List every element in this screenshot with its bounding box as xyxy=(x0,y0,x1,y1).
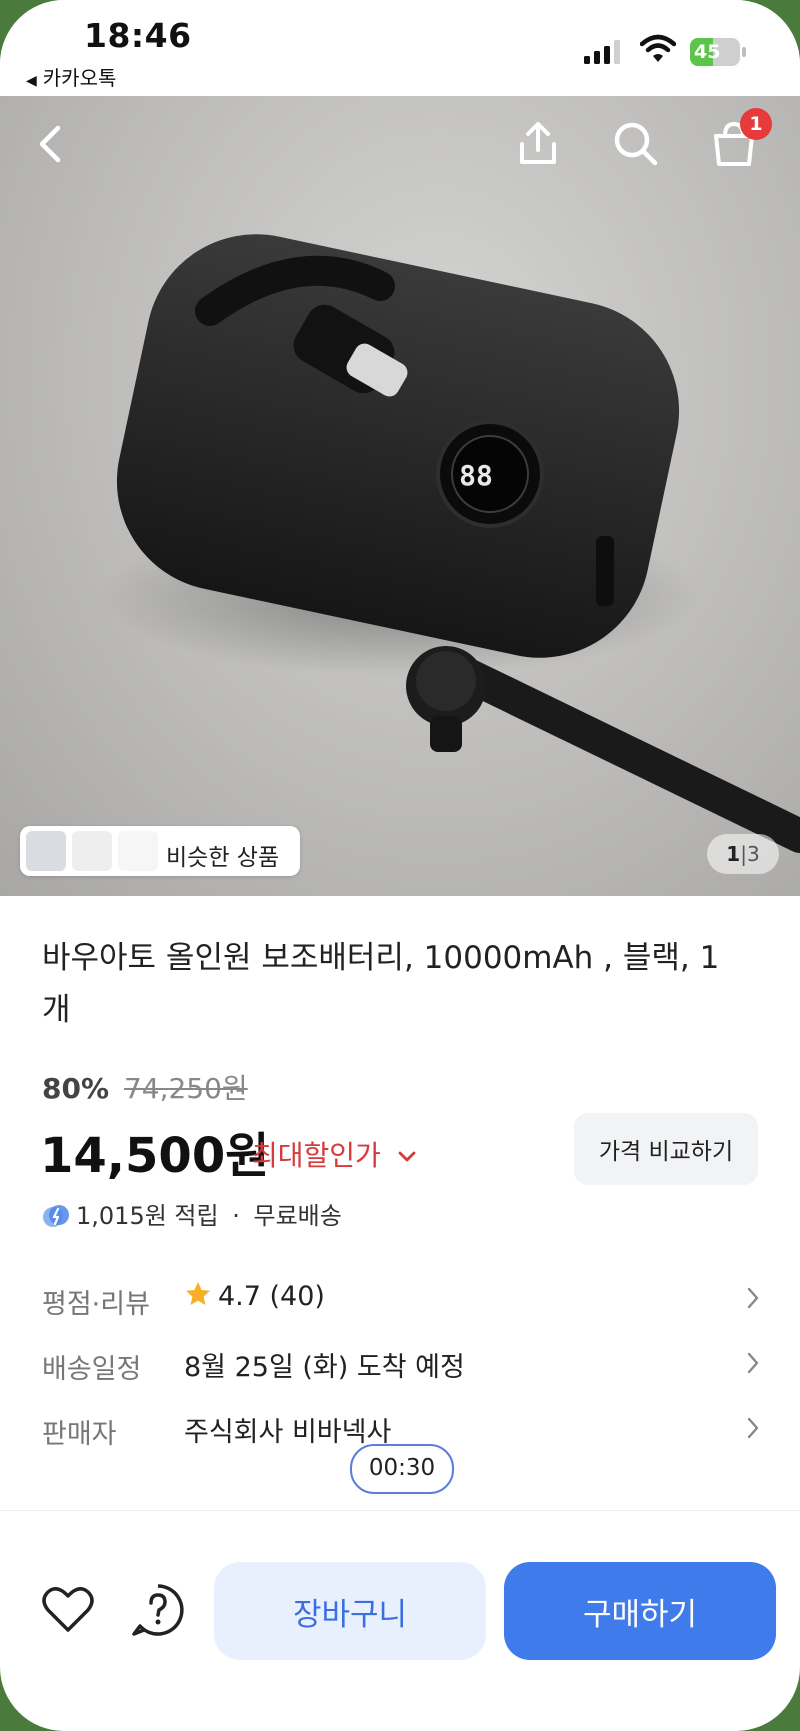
rating-value: 4.7 (40) xyxy=(218,1281,325,1312)
similar-products-button[interactable]: 비슷한 상품 xyxy=(20,826,300,876)
delivery-date: 8월 25일 (화) 도착 예정 xyxy=(184,1352,465,1383)
detail-key: 배송일정 xyxy=(42,1354,142,1385)
battery-body: 45 xyxy=(690,38,740,66)
chevron-right-icon xyxy=(747,1352,759,1374)
divider xyxy=(0,1510,800,1511)
question-circle-icon[interactable] xyxy=(128,1580,188,1640)
timer-badge: 00:30 xyxy=(350,1444,454,1494)
discount-rate: 80% xyxy=(42,1072,110,1105)
pager-current: 1 xyxy=(726,842,741,866)
similar-thumb xyxy=(72,831,112,871)
add-to-cart-button[interactable]: 장바구니 xyxy=(214,1562,486,1660)
buy-now-button[interactable]: 구매하기 xyxy=(504,1562,776,1660)
points-icon xyxy=(43,1205,69,1227)
chevron-right-icon xyxy=(747,1417,759,1439)
sale-price: 14,500원 xyxy=(40,1128,270,1184)
detail-row-delivery[interactable]: 배송일정 8월 25일 (화) 도착 예정 xyxy=(42,1337,762,1387)
battery-nub xyxy=(742,47,746,57)
status-bar: 18:46 ◀ 카카오톡 45 xyxy=(0,0,800,96)
status-time: 18:46 xyxy=(84,16,192,55)
chevron-down-icon xyxy=(398,1151,416,1162)
pager-total: 3 xyxy=(746,842,760,866)
back-to-app-link[interactable]: ◀ 카카오톡 xyxy=(26,62,116,91)
product-image-gallery[interactable]: 88 1 비슷한 상품 1|3 xyxy=(0,96,800,896)
cart-count-badge: 1 xyxy=(740,108,772,140)
detail-key: 판매자 xyxy=(42,1419,117,1450)
back-triangle-icon: ◀ xyxy=(26,73,37,89)
image-pager: 1|3 xyxy=(707,834,779,874)
product-title: 바우아토 올인원 보조배터리, 10000mAh , 블랙, 1개 xyxy=(42,940,720,1028)
max-discount-label: 최대할인가 xyxy=(252,1139,381,1172)
max-discount-dropdown[interactable]: 최대할인가 xyxy=(252,1134,418,1174)
detail-row-reviews[interactable]: 평점·리뷰 4.7 (40) xyxy=(42,1272,762,1322)
similar-thumb xyxy=(26,831,66,871)
search-icon[interactable] xyxy=(610,118,662,170)
similar-products-label: 비슷한 상품 xyxy=(166,845,280,871)
points-shipping-row: 1,015원 적립 · 무료배송 xyxy=(42,1196,342,1231)
back-chevron-icon[interactable] xyxy=(26,118,78,170)
product-photo: 88 xyxy=(100,234,800,853)
heart-icon[interactable] xyxy=(38,1580,98,1640)
original-price: 74,250원 xyxy=(123,1072,248,1105)
wifi-icon xyxy=(640,34,676,62)
detail-key: 평점·리뷰 xyxy=(42,1289,150,1320)
detail-value: 4.7 (40) xyxy=(184,1280,325,1312)
phone-screen: 18:46 ◀ 카카오톡 45 88 1 비슷한 상품 1|3 바우아토 올인원… xyxy=(0,0,800,1731)
dot-separator: · xyxy=(232,1202,240,1230)
star-icon xyxy=(186,1282,210,1305)
cellular-signal-icon xyxy=(584,40,620,64)
battery-level: 45 xyxy=(694,41,721,63)
shipping-info: 무료배송 xyxy=(253,1202,342,1230)
share-icon[interactable] xyxy=(512,118,564,170)
points-amount: 1,015원 적립 xyxy=(76,1202,219,1230)
price-compare-button[interactable]: 가격 비교하기 xyxy=(574,1113,758,1185)
discount-row: 80% 74,250원 xyxy=(42,1067,248,1107)
pager-separator: | xyxy=(740,842,747,866)
similar-thumb xyxy=(118,831,158,871)
seller-name: 주식회사 비바넥사 xyxy=(184,1417,392,1448)
back-app-label: 카카오톡 xyxy=(42,66,117,90)
battery-icon: 45 xyxy=(690,38,746,66)
chevron-right-icon xyxy=(747,1287,759,1309)
svg-text:88: 88 xyxy=(459,459,493,492)
